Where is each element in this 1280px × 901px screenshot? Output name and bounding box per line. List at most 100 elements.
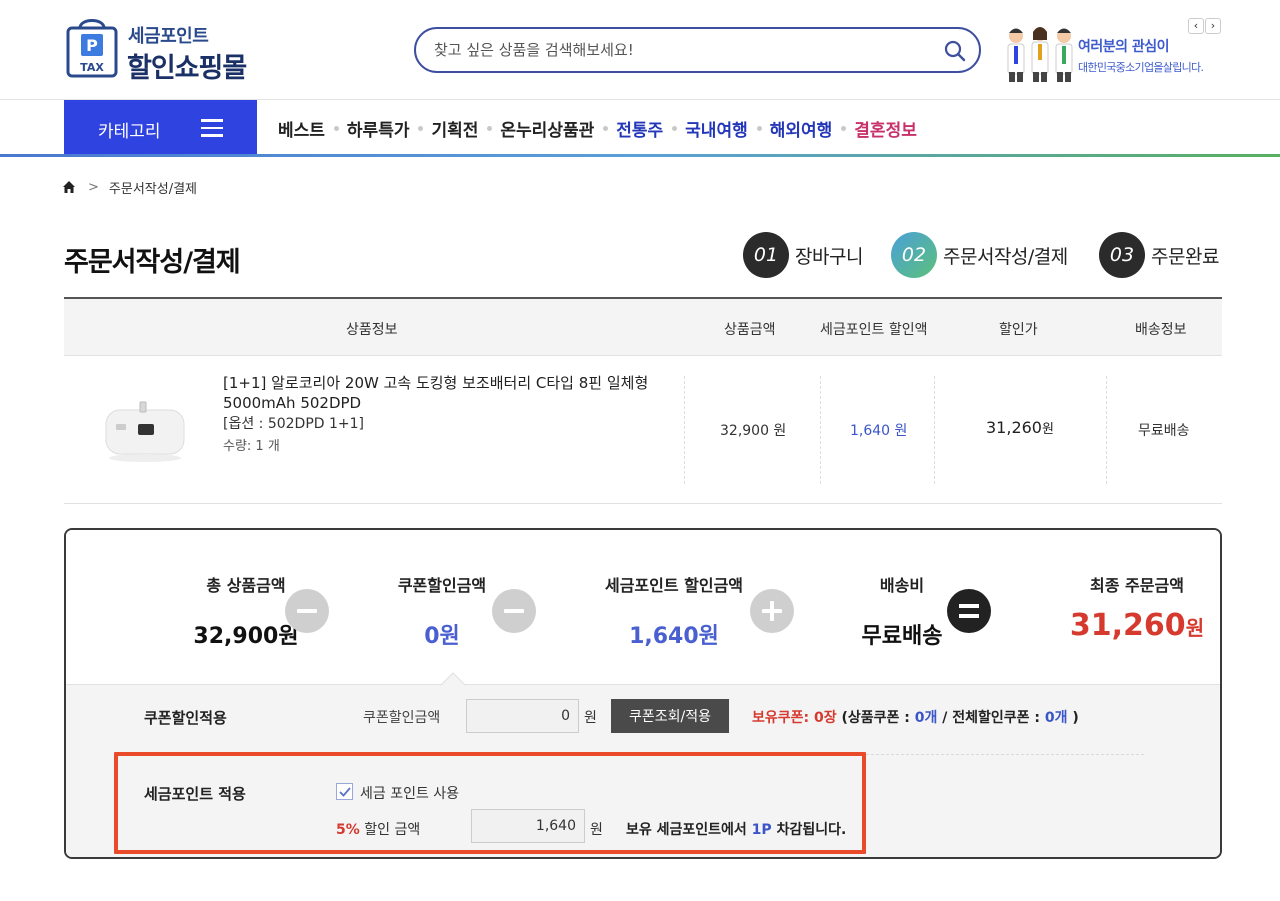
nav-item-traditional-liquor[interactable]: 전통주 — [616, 116, 663, 141]
step-label: 주문서작성/결제 — [943, 245, 1068, 268]
page-title: 주문서작성/결제 — [64, 247, 241, 278]
logo-title: 할인쇼핑몰 — [127, 53, 247, 84]
discounted-unit: 원 — [1041, 422, 1054, 437]
coupon-amount-label: 쿠폰할인금액 — [363, 710, 441, 726]
shipping-label: 배송비 — [879, 576, 925, 595]
banner-subline: 대한민국중소기업을살립니다. — [1078, 61, 1204, 74]
search-input[interactable] — [434, 37, 934, 63]
nav-separator — [841, 125, 847, 131]
column-divider — [684, 376, 685, 484]
step-label: 주문완료 — [1151, 245, 1219, 268]
all-coupon-label: 전체할인쿠폰 : — [952, 710, 1041, 726]
coupon-unit: 원 — [584, 710, 597, 726]
nav-item-wedding-info[interactable]: 결혼정보 — [854, 116, 917, 141]
deduct-value: 1P — [751, 822, 772, 838]
nav-separator — [672, 125, 678, 131]
order-product-table: 상품정보 상품금액 세금포인트 할인액 할인가 배송정보 [1+1] 알로코리아… — [64, 297, 1222, 504]
plus-icon — [750, 589, 794, 633]
coupon-discount-amount: 쿠폰할인금액 0원 — [374, 572, 510, 650]
deduct-prefix: 보유 세금포인트에서 — [626, 822, 747, 838]
column-header-point-discount: 세금포인트 할인액 — [820, 322, 928, 338]
discount-amount-label: 할인 금액 — [364, 822, 421, 838]
discount-rate-text: 5% 할인 금액 — [336, 819, 420, 839]
banner-prev-button[interactable]: ‹ — [1188, 18, 1204, 34]
checkmark-icon — [339, 787, 351, 797]
owned-coupon-count: 0장 — [814, 710, 837, 726]
step-number: 01 — [743, 232, 789, 278]
coupon-amount-input[interactable] — [466, 699, 579, 733]
column-header-product: 상품정보 — [346, 322, 398, 338]
final-amount: 31,260 — [1069, 608, 1186, 643]
banner-controls: ‹ › — [1188, 18, 1222, 34]
logo-badge-tax: TAX — [80, 61, 104, 74]
deduct-suffix: 차감됩니다. — [776, 822, 847, 838]
category-label: 카테고리 — [98, 122, 161, 142]
point-section-label: 세금포인트 적용 — [144, 785, 246, 803]
point-value: 1,640원 — [629, 624, 719, 649]
nav-item-domestic-travel[interactable]: 국내여행 — [685, 116, 748, 141]
close-paren: ) — [1072, 710, 1079, 726]
owned-coupon-label: 보유쿠폰: — [752, 710, 810, 726]
product-coupon-count: 0개 — [914, 710, 938, 726]
product-thumbnail[interactable] — [100, 396, 190, 466]
point-unit: 원 — [590, 822, 603, 838]
coupon-lookup-button[interactable]: 쿠폰조회/적용 — [611, 699, 729, 733]
summary-totals: 총 상품금액 32,900원 쿠폰할인금액 0원 세금포인트 할인금액 1,64… — [66, 530, 1220, 684]
product-discounted-price: 31,260원 — [986, 418, 1054, 437]
product-price: 32,900 원 — [720, 423, 787, 439]
category-button[interactable]: 카테고리 — [64, 100, 257, 157]
banner-headline: 여러분의 관심이 — [1078, 39, 1170, 55]
final-value: 31,260원 — [1064, 608, 1210, 643]
nav-separator — [603, 125, 609, 131]
search-bar — [414, 27, 981, 73]
step-number: 03 — [1099, 232, 1145, 278]
nav-item-overseas-travel[interactable]: 해외여행 — [770, 116, 833, 141]
equals-icon — [947, 589, 991, 633]
nav-underline — [0, 154, 1280, 157]
coupon-value: 0원 — [424, 624, 460, 649]
column-header-shipping: 배송정보 — [1135, 322, 1187, 338]
site-logo[interactable]: P TAX 세금포인트 할인쇼핑몰 — [64, 10, 264, 84]
minus-icon — [492, 589, 536, 633]
banner-next-button[interactable]: › — [1205, 18, 1221, 34]
promo-banner[interactable]: 여러분의 관심이 대한민국중소기업을살립니다. ‹ › — [1004, 18, 1224, 88]
discount-application: 쿠폰할인적용 쿠폰할인금액 원 쿠폰조회/적용 보유쿠폰: 0장 (상품쿠폰 :… — [66, 672, 1220, 857]
nav-separator — [418, 125, 424, 131]
coupon-label: 쿠폰할인금액 — [397, 576, 487, 595]
nav-item-exhibition[interactable]: 기획전 — [431, 116, 478, 141]
use-point-label[interactable]: 세금 포인트 사용 — [360, 783, 459, 803]
nav-item-daily-deal[interactable]: 하루특가 — [347, 116, 410, 141]
search-icon[interactable] — [943, 39, 967, 63]
column-divider — [820, 376, 821, 484]
logo-subtitle: 세금포인트 — [128, 26, 209, 47]
point-amount-input[interactable] — [471, 809, 585, 843]
hamburger-menu-icon — [201, 119, 223, 137]
nav-separator — [756, 125, 762, 131]
owned-coupon-info: 보유쿠폰: 0장 (상품쿠폰 : 0개 / 전체할인쿠폰 : 0개 ) — [752, 707, 1079, 727]
minus-icon — [285, 589, 329, 633]
main-navigation: 카테고리 베스트 하루특가 기획전 온누리상품관 전통주 국내여행 해외여행 결… — [0, 100, 1280, 157]
breadcrumb-separator: > — [88, 179, 99, 195]
site-header: P TAX 세금포인트 할인쇼핑몰 찾고 싶은 상품을 검색해보세요! 여러분의… — [0, 0, 1280, 100]
column-header-discounted-price: 할인가 — [999, 322, 1038, 338]
step-order-form: 02 주문서작성/결제 — [891, 232, 1068, 278]
point-discount-amount: 세금포인트 할인금액 1,640원 — [590, 572, 758, 650]
home-icon[interactable] — [62, 180, 76, 194]
final-label: 최종 주문금액 — [1090, 576, 1184, 595]
step-cart: 01 장바구니 — [743, 232, 863, 278]
column-header-price: 상품금액 — [724, 322, 776, 338]
nav-item-best[interactable]: 베스트 — [278, 116, 325, 141]
nav-item-onnuri[interactable]: 온누리상품관 — [500, 116, 594, 141]
discount-rate: 5% — [336, 822, 360, 838]
table-header: 상품정보 상품금액 세금포인트 할인액 할인가 배송정보 — [64, 297, 1222, 356]
product-coupon-label: (상품쿠폰 : — [841, 710, 910, 726]
use-point-checkbox[interactable] — [336, 783, 353, 800]
discounted-amount: 31,260 — [986, 418, 1042, 437]
product-name[interactable]: [1+1] 알로코리아 20W 고속 도킹형 보조배터리 C타입 8핀 일체형 … — [223, 373, 678, 413]
product-quantity: 수량: 1 개 — [223, 439, 280, 454]
final-unit: 원 — [1185, 616, 1205, 640]
coupon-section-label: 쿠폰할인적용 — [144, 709, 227, 727]
people-illustration-icon — [1007, 27, 1073, 82]
column-divider — [934, 376, 935, 484]
shopping-bag-logo-icon: P TAX — [66, 19, 118, 78]
